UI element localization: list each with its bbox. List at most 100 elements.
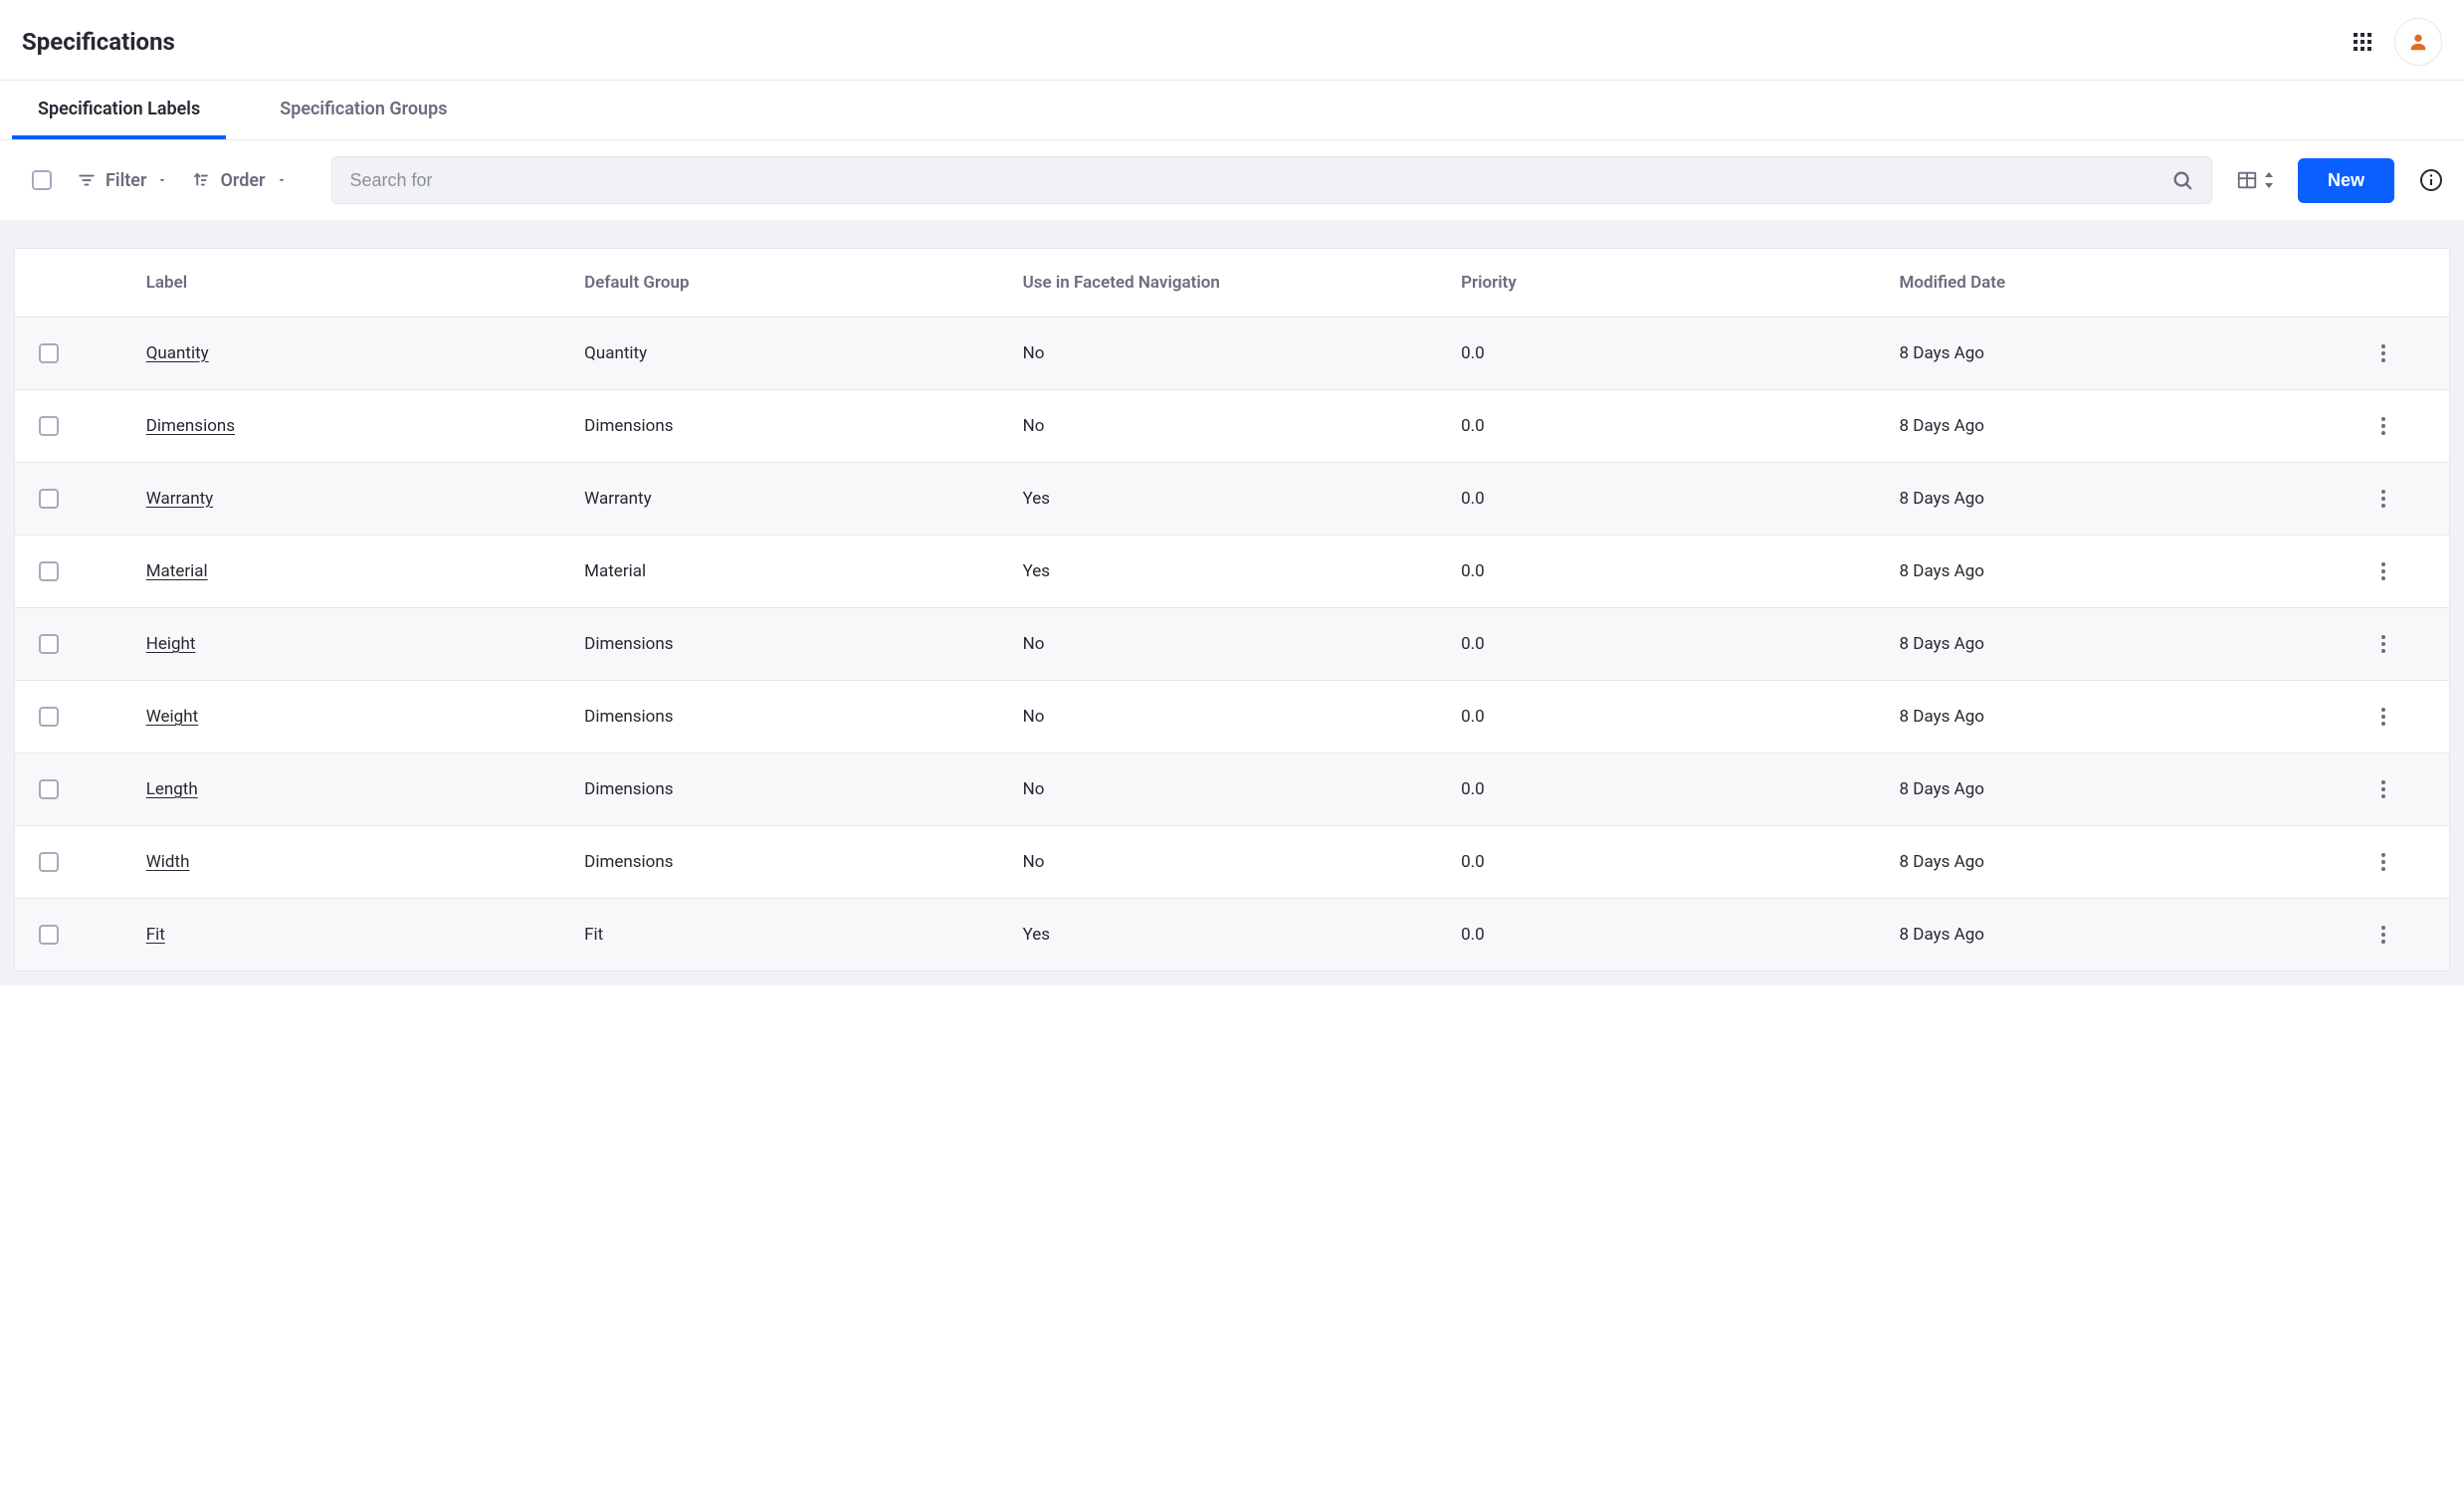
- tabs-nav: Specification Labels Specification Group…: [0, 81, 2464, 140]
- search-icon: [2171, 169, 2193, 191]
- cell-default-group: Warranty: [564, 463, 1002, 536]
- cell-priority: 0.0: [1441, 463, 1879, 536]
- row-actions-button[interactable]: [2369, 703, 2397, 731]
- cell-faceted: No: [1003, 826, 1441, 899]
- row-actions-button[interactable]: [2369, 412, 2397, 440]
- cell-faceted: Yes: [1003, 536, 1441, 608]
- col-priority[interactable]: Priority: [1441, 249, 1879, 318]
- cell-modified: 8 Days Ago: [1880, 608, 2318, 681]
- cell-modified: 8 Days Ago: [1880, 826, 2318, 899]
- row-actions-button[interactable]: [2369, 485, 2397, 513]
- cell-priority: 0.0: [1441, 608, 1879, 681]
- kebab-icon: [2381, 926, 2385, 944]
- cell-modified: 8 Days Ago: [1880, 754, 2318, 826]
- kebab-icon: [2381, 417, 2385, 435]
- cell-default-group: Dimensions: [564, 681, 1002, 754]
- updown-icon: [2264, 172, 2274, 188]
- row-checkbox[interactable]: [39, 707, 59, 727]
- row-checkbox[interactable]: [39, 489, 59, 509]
- col-label[interactable]: Label: [126, 249, 564, 318]
- row-checkbox[interactable]: [39, 852, 59, 872]
- caret-down-icon: [156, 174, 168, 186]
- cell-modified: 8 Days Ago: [1880, 318, 2318, 390]
- row-checkbox[interactable]: [39, 343, 59, 363]
- cell-modified: 8 Days Ago: [1880, 536, 2318, 608]
- row-checkbox[interactable]: [39, 925, 59, 945]
- label-link[interactable]: Width: [146, 852, 190, 872]
- apps-menu-button[interactable]: [2345, 24, 2380, 60]
- label-link[interactable]: Quantity: [146, 343, 209, 363]
- table-view-icon: [2236, 169, 2258, 191]
- view-switcher-button[interactable]: [2236, 169, 2274, 191]
- specifications-table: Label Default Group Use in Faceted Navig…: [14, 248, 2450, 971]
- label-link[interactable]: Height: [146, 634, 196, 654]
- cell-priority: 0.0: [1441, 536, 1879, 608]
- search-input[interactable]: [350, 170, 2171, 191]
- cell-modified: 8 Days Ago: [1880, 681, 2318, 754]
- cell-faceted: No: [1003, 608, 1441, 681]
- new-button[interactable]: New: [2298, 158, 2394, 203]
- user-avatar-button[interactable]: [2394, 18, 2442, 66]
- kebab-icon: [2381, 344, 2385, 362]
- cell-default-group: Quantity: [564, 318, 1002, 390]
- info-icon: [2419, 168, 2443, 192]
- table-row: Height Dimensions No 0.0 8 Days Ago: [15, 608, 2450, 681]
- row-actions-button[interactable]: [2369, 339, 2397, 367]
- kebab-icon: [2381, 562, 2385, 580]
- search-field[interactable]: [331, 156, 2212, 204]
- cell-priority: 0.0: [1441, 826, 1879, 899]
- user-icon: [2407, 31, 2429, 53]
- cell-priority: 0.0: [1441, 899, 1879, 971]
- col-check: [15, 249, 126, 318]
- row-actions-button[interactable]: [2369, 775, 2397, 803]
- row-checkbox[interactable]: [39, 634, 59, 654]
- row-checkbox[interactable]: [39, 779, 59, 799]
- kebab-icon: [2381, 853, 2385, 871]
- cell-default-group: Dimensions: [564, 754, 1002, 826]
- col-modified-date[interactable]: Modified Date: [1880, 249, 2318, 318]
- page-title: Specifications: [22, 28, 175, 56]
- order-label: Order: [220, 170, 265, 191]
- label-link[interactable]: Weight: [146, 707, 198, 727]
- apps-grid-icon: [2353, 32, 2372, 52]
- cell-faceted: Yes: [1003, 899, 1441, 971]
- label-link[interactable]: Warranty: [146, 489, 214, 509]
- label-link[interactable]: Fit: [146, 925, 165, 945]
- info-button[interactable]: [2418, 167, 2444, 193]
- row-actions-button[interactable]: [2369, 557, 2397, 585]
- col-default-group[interactable]: Default Group: [564, 249, 1002, 318]
- select-all-checkbox[interactable]: [32, 170, 52, 190]
- cell-default-group: Fit: [564, 899, 1002, 971]
- cell-modified: 8 Days Ago: [1880, 463, 2318, 536]
- row-actions-button[interactable]: [2369, 630, 2397, 658]
- row-actions-button[interactable]: [2369, 921, 2397, 949]
- cell-priority: 0.0: [1441, 754, 1879, 826]
- cell-faceted: No: [1003, 390, 1441, 463]
- cell-default-group: Dimensions: [564, 608, 1002, 681]
- kebab-icon: [2381, 635, 2385, 653]
- cell-priority: 0.0: [1441, 681, 1879, 754]
- filter-button[interactable]: Filter: [78, 170, 168, 191]
- cell-faceted: No: [1003, 681, 1441, 754]
- table-row: Length Dimensions No 0.0 8 Days Ago: [15, 754, 2450, 826]
- cell-priority: 0.0: [1441, 318, 1879, 390]
- row-checkbox[interactable]: [39, 416, 59, 436]
- row-actions-button[interactable]: [2369, 848, 2397, 876]
- filter-icon: [78, 171, 96, 189]
- order-button[interactable]: Order: [192, 170, 287, 191]
- page-header: Specifications: [0, 0, 2464, 81]
- table-row: Dimensions Dimensions No 0.0 8 Days Ago: [15, 390, 2450, 463]
- row-checkbox[interactable]: [39, 561, 59, 581]
- tab-specification-groups[interactable]: Specification Groups: [254, 81, 473, 139]
- label-link[interactable]: Dimensions: [146, 416, 235, 436]
- cell-default-group: Dimensions: [564, 390, 1002, 463]
- table-row: Weight Dimensions No 0.0 8 Days Ago: [15, 681, 2450, 754]
- cell-default-group: Dimensions: [564, 826, 1002, 899]
- tab-specification-labels[interactable]: Specification Labels: [12, 81, 226, 139]
- cell-faceted: Yes: [1003, 463, 1441, 536]
- table-row: Quantity Quantity No 0.0 8 Days Ago: [15, 318, 2450, 390]
- label-link[interactable]: Material: [146, 561, 208, 581]
- label-link[interactable]: Length: [146, 779, 198, 799]
- col-faceted-nav[interactable]: Use in Faceted Navigation: [1003, 249, 1441, 318]
- cell-faceted: No: [1003, 318, 1441, 390]
